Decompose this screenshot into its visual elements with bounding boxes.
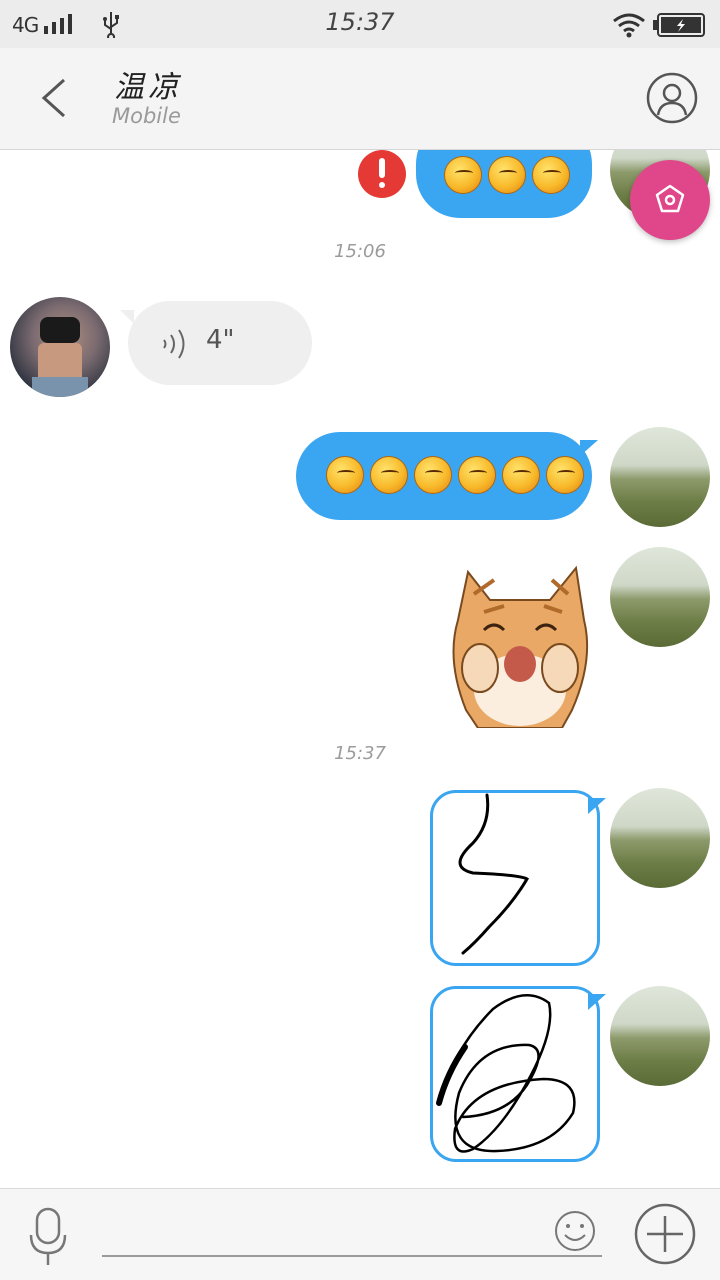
battery-icon (653, 13, 705, 37)
contact-subtitle: Mobile (112, 104, 181, 128)
bubble-tail (588, 798, 606, 814)
sent-emoji-bubble[interactable] (416, 150, 592, 218)
voice-duration: 4" (206, 325, 235, 355)
exclamation-icon[interactable] (358, 150, 406, 198)
smiley-icon[interactable] (553, 1209, 597, 1253)
avatar[interactable] (610, 547, 710, 647)
emoji-icon (370, 456, 408, 494)
emoji-icon (326, 456, 364, 494)
chat-header: 温凉 Mobile (0, 48, 720, 150)
emoji-icon (532, 156, 570, 194)
bubble-tail (580, 440, 598, 456)
bubble-tail (588, 994, 606, 1010)
plus-icon[interactable] (634, 1203, 696, 1265)
message-input[interactable] (102, 1215, 602, 1257)
doodle-message[interactable] (430, 790, 600, 966)
avatar[interactable] (10, 297, 110, 397)
emoji-icon (546, 456, 584, 494)
emoji-icon (444, 156, 482, 194)
chevron-left-icon[interactable] (36, 76, 70, 120)
emoji-icon (502, 456, 540, 494)
sent-emoji-bubble[interactable] (296, 432, 592, 520)
status-bar: 4G 15:37 (0, 0, 720, 48)
contact-name: 温凉 (114, 70, 182, 105)
timestamp: 15:06 (334, 241, 386, 262)
doodle-message[interactable] (430, 986, 600, 1162)
emoji-icon (458, 456, 496, 494)
avatar[interactable] (610, 986, 710, 1086)
flower-icon[interactable] (630, 160, 710, 240)
voice-message-bubble[interactable]: 4" (128, 301, 312, 385)
emoji-icon (414, 456, 452, 494)
wifi-icon (613, 13, 645, 38)
avatar[interactable] (610, 427, 710, 527)
timestamp: 15:37 (334, 743, 386, 764)
chat-history[interactable]: 15:06 4" 15:37 (0, 150, 720, 1188)
person-outline-icon[interactable] (646, 72, 698, 124)
bubble-tail (120, 310, 134, 324)
avatar[interactable] (610, 788, 710, 888)
cat-sticker[interactable] (444, 560, 596, 728)
microphone-icon[interactable] (28, 1207, 68, 1267)
input-bar (0, 1188, 720, 1280)
emoji-icon (488, 156, 526, 194)
voice-wave-icon (163, 329, 185, 359)
